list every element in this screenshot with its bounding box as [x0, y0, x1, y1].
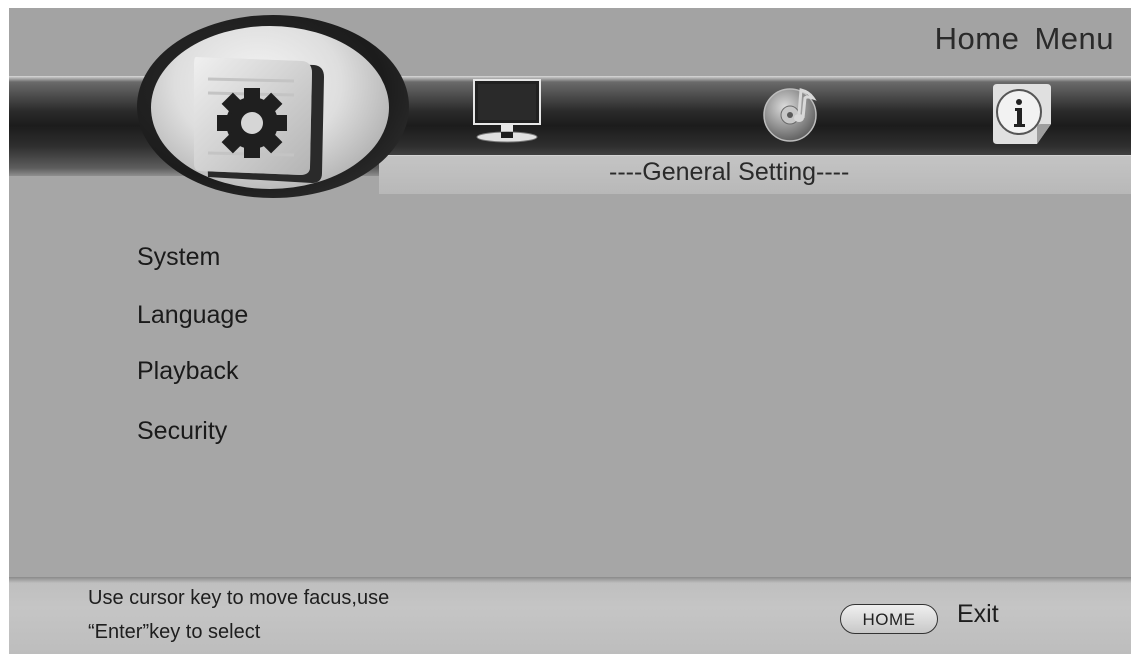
home-key-button[interactable]: HOME	[840, 604, 938, 634]
section-heading: ----General Setting----	[609, 158, 850, 186]
page-title: Home Menu	[934, 21, 1114, 56]
info-icon[interactable]	[985, 80, 1057, 148]
navigation-hint: Use cursor key to move facus,use “Enter”…	[88, 581, 389, 649]
hint-line-2: “Enter”key to select	[88, 621, 261, 643]
monitor-icon[interactable]	[471, 79, 543, 143]
home-menu-screen: Home Menu ----General Setting---- System…	[9, 8, 1131, 654]
general-setting-icon[interactable]	[186, 53, 328, 185]
menu-item-playback[interactable]: Playback	[137, 352, 248, 412]
exit-label: Exit	[957, 600, 999, 628]
menu-item-system[interactable]: System	[137, 238, 248, 296]
menu-item-language[interactable]: Language	[137, 296, 248, 352]
hint-line-1: Use cursor key to move facus,use	[88, 587, 390, 609]
music-disc-icon[interactable]	[761, 84, 823, 142]
menu-item-security[interactable]: Security	[137, 412, 248, 470]
settings-menu: System Language Playback Security	[137, 238, 248, 470]
